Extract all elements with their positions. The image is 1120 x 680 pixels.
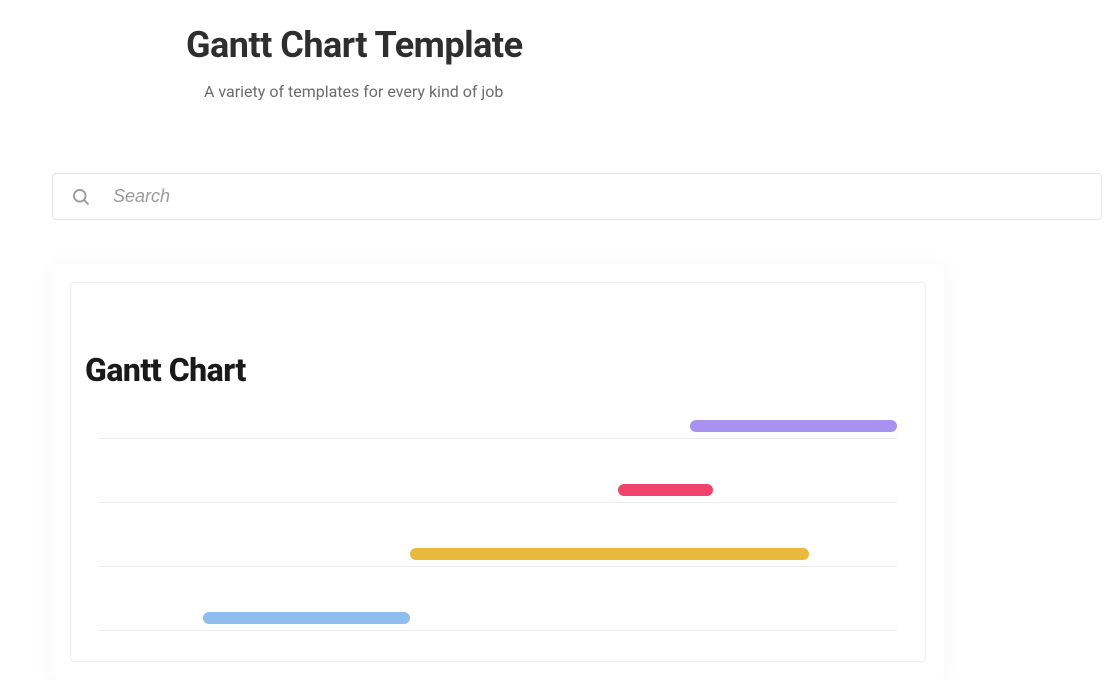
gantt-bar bbox=[203, 612, 410, 624]
gantt-preview: Gantt Chart bbox=[70, 282, 926, 662]
gantt-bar bbox=[410, 548, 809, 560]
page-subtitle: A variety of templates for every kind of… bbox=[186, 82, 1120, 101]
gantt-row bbox=[99, 489, 897, 503]
search-input[interactable] bbox=[113, 186, 1083, 207]
gantt-row bbox=[99, 425, 897, 439]
gantt-row bbox=[99, 553, 897, 567]
gantt-title: Gantt Chart bbox=[71, 283, 925, 389]
search-box[interactable] bbox=[52, 173, 1102, 220]
gantt-bar bbox=[690, 420, 897, 432]
search-icon bbox=[71, 187, 91, 207]
gantt-row bbox=[99, 617, 897, 631]
gantt-bar bbox=[618, 484, 714, 496]
page-title: Gantt Chart Template bbox=[186, 24, 1120, 66]
gantt-rows bbox=[71, 425, 925, 631]
template-card[interactable]: Gantt Chart bbox=[52, 264, 944, 680]
